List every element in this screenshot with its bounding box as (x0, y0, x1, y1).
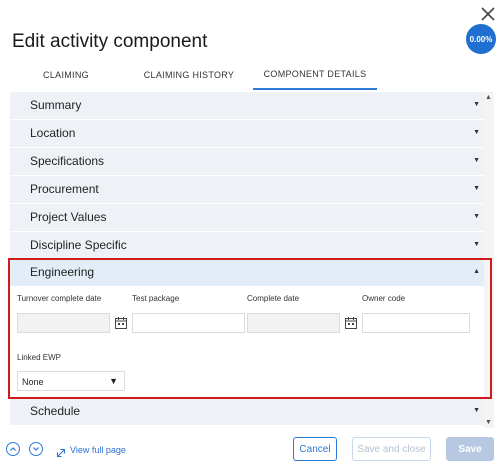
section-summary[interactable]: Summary ▼ (10, 92, 484, 120)
save-and-close-button[interactable]: Save and close (352, 437, 431, 461)
section-label: Summary (30, 98, 82, 112)
section-label: Location (30, 126, 76, 140)
tab-bar: CLAIMING CLAIMING HISTORY COMPONENT DETA… (0, 60, 500, 90)
scroll-up-icon[interactable]: ▲ (485, 94, 492, 101)
cancel-button[interactable]: Cancel (293, 437, 337, 461)
section-label: Specifications (30, 154, 105, 168)
section-procurement[interactable]: Procurement ▼ (10, 176, 484, 204)
tab-claiming-history[interactable]: CLAIMING HISTORY (130, 60, 248, 90)
chevron-down-icon: ▼ (473, 101, 480, 108)
section-location[interactable]: Location ▼ (10, 120, 484, 148)
chevron-down-icon: ▼ (473, 157, 480, 164)
tab-claiming[interactable]: CLAIMING (22, 60, 110, 90)
view-full-page-link[interactable]: View full page (70, 445, 126, 455)
section-schedule[interactable]: Schedule ▼ (10, 398, 484, 426)
dialog-title: Edit activity component (12, 31, 208, 52)
chevron-down-icon: ▼ (473, 185, 480, 192)
section-project-values[interactable]: Project Values ▼ (10, 204, 484, 232)
tab-component-details[interactable]: COMPONENT DETAILS (253, 60, 377, 90)
next-button[interactable] (29, 442, 43, 456)
chevron-down-icon: ▼ (473, 129, 480, 136)
save-button[interactable]: Save (446, 437, 494, 461)
section-label: Schedule (30, 404, 81, 418)
section-label: Procurement (30, 182, 99, 196)
section-label: Project Values (30, 210, 107, 224)
progress-badge: 0.00% (466, 24, 496, 54)
section-discipline-specific[interactable]: Discipline Specific ▼ (10, 232, 484, 260)
chevron-down-icon: ▼ (473, 241, 480, 248)
expand-icon[interactable] (56, 445, 66, 457)
close-icon[interactable] (478, 4, 498, 24)
previous-button[interactable] (6, 442, 20, 456)
section-specifications[interactable]: Specifications ▼ (10, 148, 484, 176)
section-label: Discipline Specific (30, 238, 127, 252)
engineering-highlight-box (8, 258, 492, 399)
scroll-down-icon[interactable]: ▼ (485, 419, 492, 426)
chevron-down-icon: ▼ (473, 407, 480, 414)
chevron-down-icon: ▼ (473, 213, 480, 220)
